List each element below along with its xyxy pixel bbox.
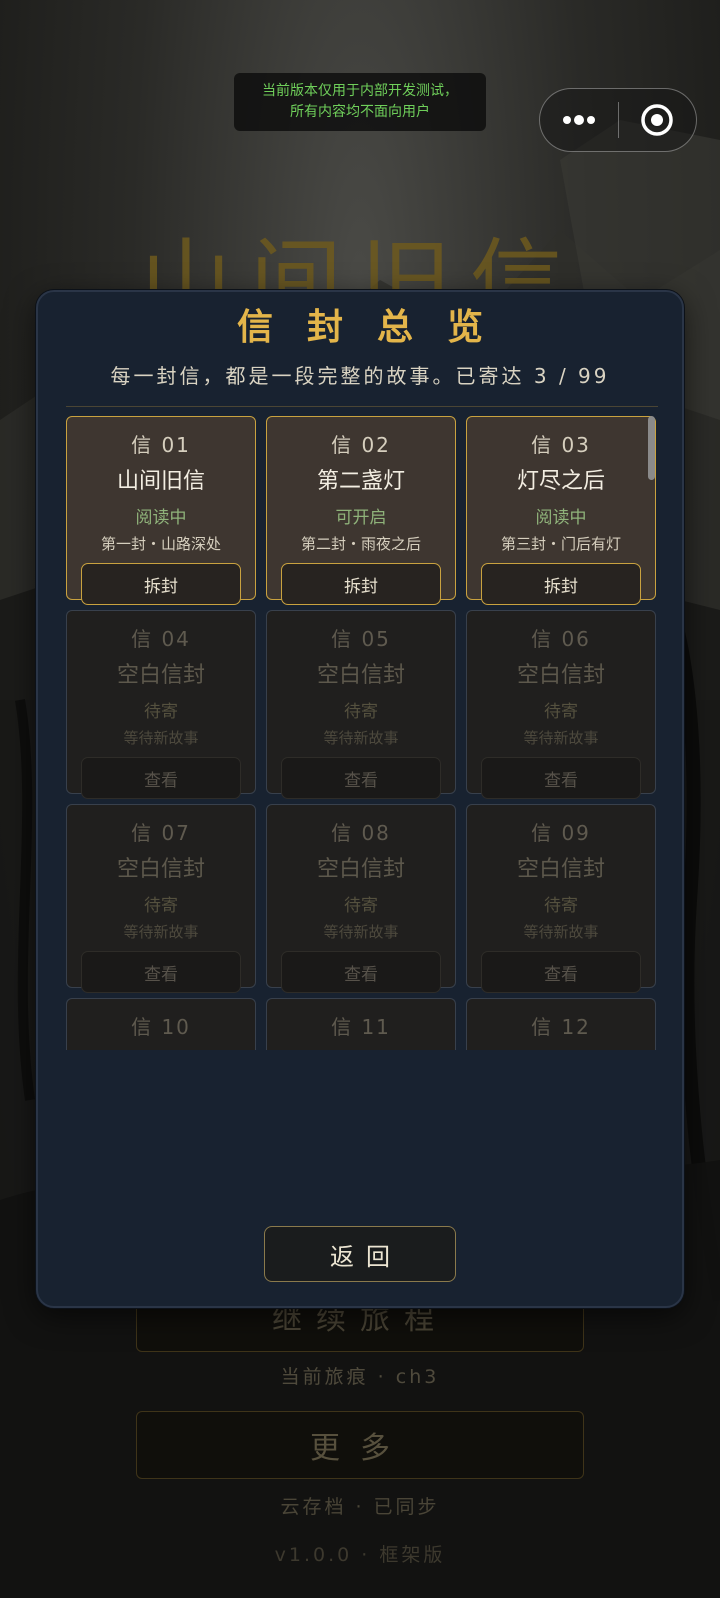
letter-name: 空白信封 (116, 663, 205, 688)
letter-status: 待寄 (544, 896, 578, 916)
letter-number: 信 12 (531, 1015, 591, 1039)
panel-title: 信封总览 (236, 306, 517, 348)
letter-card[interactable]: 信 04 空白信封 待寄 等待新故事 查看 (66, 610, 256, 799)
scrollbar-thumb[interactable] (648, 416, 655, 480)
view-letter-button[interactable]: 查看 (281, 757, 441, 799)
letter-number: 信 02 (331, 433, 391, 457)
dev-notice-line1: 当前版本仅用于内部开发测试， (262, 83, 458, 99)
back-button[interactable]: 返回 (264, 1226, 456, 1282)
letters-grid-scroll[interactable]: 信 01 山间旧信 阅读中 第一封・山路深处 拆封 信 02 第二盏灯 可开启 … (66, 416, 664, 1050)
letter-desc: 等待新故事 (323, 923, 399, 941)
letter-card[interactable]: 信 10 (66, 998, 256, 1050)
view-letter-button[interactable]: 查看 (481, 951, 641, 993)
letter-number: 信 06 (531, 627, 591, 651)
letter-desc: 第二封・雨夜之后 (300, 535, 421, 553)
letter-name: 空白信封 (316, 663, 405, 688)
letters-grid: 信 01 山间旧信 阅读中 第一封・山路深处 拆封 信 02 第二盏灯 可开启 … (66, 416, 664, 1050)
letters-overview-panel: 信封总览 每一封信，都是一段完整的故事。已寄达 3 / 99 信 01 山间旧信… (36, 290, 684, 1308)
letter-number: 信 09 (531, 821, 591, 845)
letter-number: 信 08 (331, 821, 391, 845)
letter-name: 空白信封 (316, 857, 405, 882)
letter-card[interactable]: 信 08 空白信封 待寄 等待新故事 查看 (266, 804, 456, 993)
letter-desc: 等待新故事 (323, 729, 399, 747)
letter-number: 信 01 (131, 433, 191, 457)
view-letter-button[interactable]: 查看 (81, 757, 241, 799)
dev-test-notice: 当前版本仅用于内部开发测试， 所有内容均不面向用户 (234, 73, 486, 131)
letter-card[interactable]: 信 12 (466, 998, 656, 1050)
more-dots-icon (562, 115, 595, 125)
letter-card[interactable]: 信 11 (266, 998, 456, 1050)
view-letter-button[interactable]: 查看 (81, 951, 241, 993)
open-letter-button[interactable]: 拆封 (481, 563, 641, 605)
letter-card[interactable]: 信 07 空白信封 待寄 等待新故事 查看 (66, 804, 256, 993)
letter-status: 阅读中 (135, 508, 187, 528)
letter-desc: 第三封・门后有灯 (500, 535, 621, 553)
letter-card[interactable]: 信 06 空白信封 待寄 等待新故事 查看 (466, 610, 656, 799)
letter-name: 第二盏灯 (316, 469, 405, 494)
view-letter-button[interactable]: 查看 (281, 951, 441, 993)
capsule-close-button[interactable] (619, 89, 697, 151)
current-trace-text: 当前旅痕 · ch3 (280, 1366, 440, 1388)
letter-desc: 等待新故事 (123, 923, 199, 941)
target-circle-icon (641, 104, 673, 136)
letter-status: 待寄 (344, 896, 378, 916)
letter-desc: 等待新故事 (523, 923, 599, 941)
dev-notice-line2: 所有内容均不面向用户 (290, 104, 430, 120)
letter-name: 灯尽之后 (516, 469, 605, 494)
letter-status: 待寄 (144, 896, 178, 916)
letter-number: 信 04 (131, 627, 191, 651)
letter-status: 阅读中 (535, 508, 587, 528)
letter-card[interactable]: 信 03 灯尽之后 阅读中 第三封・门后有灯 拆封 (466, 416, 656, 605)
letter-card[interactable]: 信 09 空白信封 待寄 等待新故事 查看 (466, 804, 656, 993)
letter-status: 待寄 (544, 702, 578, 722)
more-button[interactable]: 更多 (136, 1411, 584, 1479)
letter-card[interactable]: 信 01 山间旧信 阅读中 第一封・山路深处 拆封 (66, 416, 256, 605)
letter-name: 空白信封 (116, 857, 205, 882)
capsule-more-button[interactable] (540, 89, 618, 151)
cloud-save-status: 云存档 · 已同步 (280, 1496, 440, 1518)
open-letter-button[interactable]: 拆封 (81, 563, 241, 605)
letter-number: 信 10 (131, 1015, 191, 1039)
panel-subtitle: 每一封信，都是一段完整的故事。已寄达 3 / 99 (110, 364, 610, 388)
view-letter-button[interactable]: 查看 (481, 757, 641, 799)
letter-number: 信 05 (331, 627, 391, 651)
letter-status: 待寄 (344, 702, 378, 722)
letter-desc: 等待新故事 (123, 729, 199, 747)
letter-status: 待寄 (144, 702, 178, 722)
letter-desc: 等待新故事 (523, 729, 599, 747)
letter-number: 信 03 (531, 433, 591, 457)
version-text: v1.0.0 · 框架版 (274, 1544, 446, 1566)
letter-name: 空白信封 (516, 663, 605, 688)
divider (66, 406, 658, 407)
letter-number: 信 07 (131, 821, 191, 845)
letter-card[interactable]: 信 05 空白信封 待寄 等待新故事 查看 (266, 610, 456, 799)
letter-name: 空白信封 (516, 857, 605, 882)
letter-card[interactable]: 信 02 第二盏灯 可开启 第二封・雨夜之后 拆封 (266, 416, 456, 605)
letter-status: 可开启 (335, 508, 387, 528)
letter-name: 山间旧信 (116, 469, 205, 494)
miniprogram-capsule (539, 88, 697, 152)
open-letter-button[interactable]: 拆封 (281, 563, 441, 605)
letter-desc: 第一封・山路深处 (100, 535, 221, 553)
letter-number: 信 11 (331, 1015, 391, 1039)
